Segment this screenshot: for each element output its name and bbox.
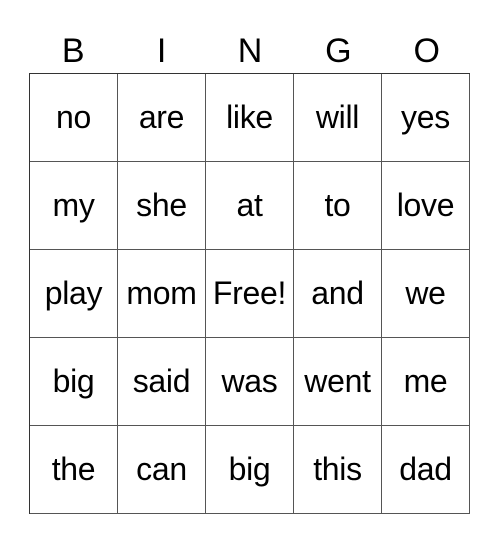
bingo-cell[interactable]: my [30, 162, 118, 250]
header-letter-i: I [156, 32, 167, 70]
bingo-cell[interactable]: went [294, 338, 382, 426]
bingo-card-grid: no are like will yes my she at to love p… [29, 73, 470, 514]
bingo-cell[interactable]: the [30, 426, 118, 514]
bingo-cell[interactable]: this [294, 426, 382, 514]
bingo-cell[interactable]: are [118, 74, 206, 162]
bingo-cell[interactable]: love [382, 162, 470, 250]
header-letter-o: O [413, 32, 440, 70]
header-letter-n: N [237, 32, 263, 70]
bingo-cell[interactable]: she [118, 162, 206, 250]
bingo-cell[interactable]: dad [382, 426, 470, 514]
bingo-cell[interactable]: was [206, 338, 294, 426]
bingo-cell[interactable]: can [118, 426, 206, 514]
bingo-cell[interactable]: mom [118, 250, 206, 338]
bingo-cell[interactable]: at [206, 162, 294, 250]
bingo-cell[interactable]: and [294, 250, 382, 338]
bingo-cell[interactable]: me [382, 338, 470, 426]
bingo-cell[interactable]: said [118, 338, 206, 426]
free-space-cell[interactable]: Free! [206, 250, 294, 338]
header-letter-g: G [325, 32, 352, 70]
bingo-cell[interactable]: yes [382, 74, 470, 162]
header-letter-b: B [61, 32, 85, 70]
bingo-cell[interactable]: play [30, 250, 118, 338]
bingo-cell[interactable]: will [294, 74, 382, 162]
bingo-cell[interactable]: like [206, 74, 294, 162]
bingo-cell[interactable]: to [294, 162, 382, 250]
bingo-cell[interactable]: we [382, 250, 470, 338]
bingo-cell[interactable]: no [30, 74, 118, 162]
bingo-header: B I N G O [29, 30, 471, 72]
bingo-cell[interactable]: big [30, 338, 118, 426]
bingo-cell[interactable]: big [206, 426, 294, 514]
